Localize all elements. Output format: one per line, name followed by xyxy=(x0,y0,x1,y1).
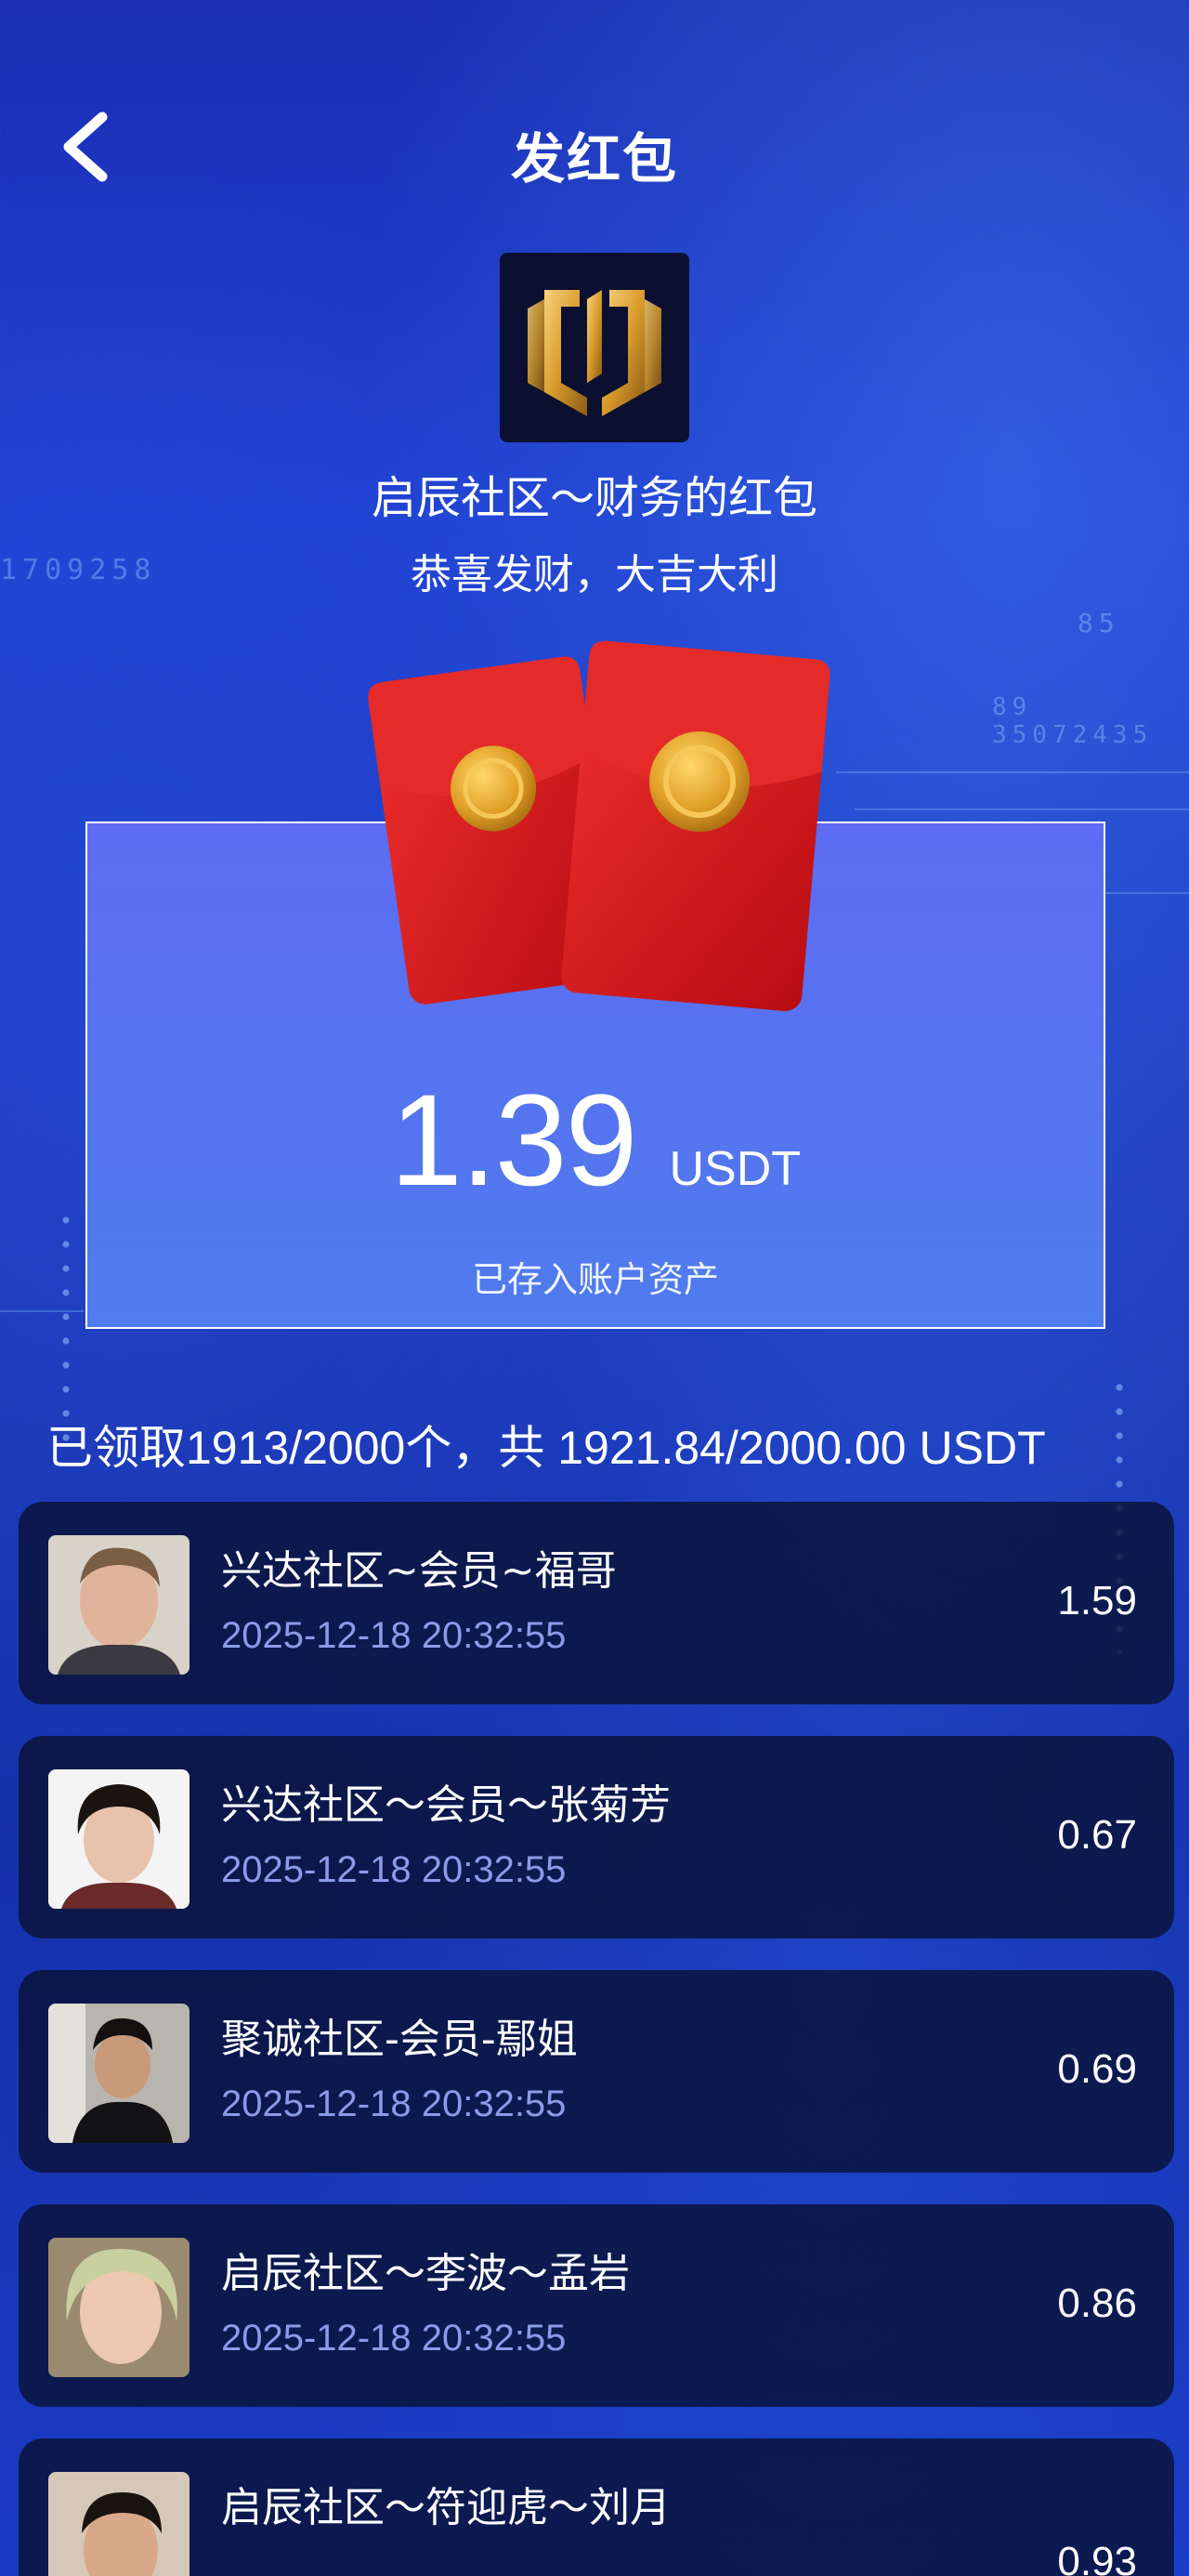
deco-digits-right: 89 35072435 xyxy=(992,693,1154,749)
claimed-summary: 已领取1913/2000个，共 1921.84/2000.00 USDT xyxy=(46,1422,1046,1474)
avatar xyxy=(48,2238,189,2377)
amount-row: 1.39 USDT xyxy=(87,1065,1104,1216)
deco-line xyxy=(836,771,1189,773)
deco-digits-right-2: 85 xyxy=(1078,608,1120,638)
claim-amount: 0.69 xyxy=(1057,2046,1137,2092)
claim-time: 2025-12-18 20:32:55 xyxy=(221,1849,567,1890)
community-logo xyxy=(500,253,689,442)
deco-line xyxy=(0,1310,84,1312)
received-amount: 1.39 xyxy=(389,1067,637,1213)
list-item[interactable]: 聚诚社区-会员-鄢姐 2025-12-18 20:32:55 0.69 xyxy=(19,1970,1174,2173)
sender-name: 启辰社区～财务的红包 xyxy=(371,472,817,524)
avatar xyxy=(48,1535,189,1675)
avatar xyxy=(48,2472,189,2576)
claim-amount: 0.67 xyxy=(1057,1812,1137,1858)
page-title: 发红包 xyxy=(510,127,678,191)
avatar xyxy=(48,2004,189,2143)
deco-line xyxy=(855,808,1189,810)
list-item[interactable]: 启辰社区～符迎虎～刘月 0.93 xyxy=(19,2438,1174,2576)
claim-name: 聚诚社区-会员-鄢姐 xyxy=(221,2016,578,2063)
claim-name: 兴达社区~会员~福哥 xyxy=(221,1547,617,1595)
claim-name: 启辰社区～李波～孟岩 xyxy=(221,2250,630,2297)
list-item[interactable]: 兴达社区~会员~福哥 2025-12-18 20:32:55 1.59 xyxy=(19,1502,1174,1704)
red-envelope-icon xyxy=(360,630,834,1020)
list-item[interactable]: 兴达社区～会员～张菊芳 2025-12-18 20:32:55 0.67 xyxy=(19,1736,1174,1939)
claim-name: 兴达社区～会员～张菊芳 xyxy=(221,1781,671,1829)
claim-time: 2025-12-18 20:32:55 xyxy=(221,2083,567,2124)
amount-unit: USDT xyxy=(669,1142,802,1196)
claim-time: 2025-12-18 20:32:55 xyxy=(221,1615,567,1656)
claim-name: 启辰社区～符迎虎～刘月 xyxy=(221,2484,671,2531)
claim-amount: 1.59 xyxy=(1057,1578,1137,1623)
list-item[interactable]: 启辰社区～李波～孟岩 2025-12-18 20:32:55 0.86 xyxy=(19,2204,1174,2407)
claim-amount: 0.86 xyxy=(1057,2280,1137,2326)
deposit-note: 已存入账户资产 xyxy=(471,1259,719,1300)
avatar xyxy=(48,1769,189,1909)
claim-amount: 0.93 xyxy=(1057,2539,1137,2576)
claim-time: 2025-12-18 20:32:55 xyxy=(221,2318,567,2359)
greeting-text: 恭喜发财，大吉大利 xyxy=(411,551,778,598)
